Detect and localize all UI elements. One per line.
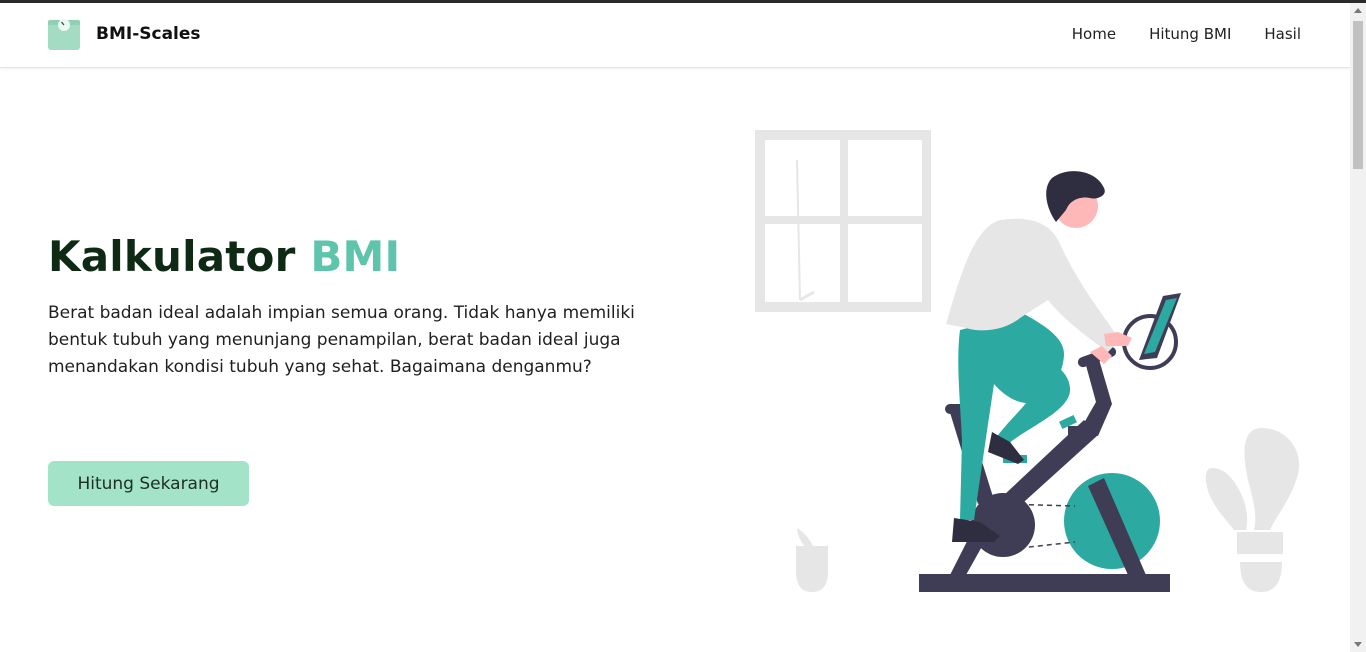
nav-menu: Home Hitung BMI Hasil	[1072, 25, 1301, 43]
brand-name: BMI-Scales	[96, 24, 201, 44]
scroll-up-icon[interactable]	[1354, 8, 1362, 13]
hero-title: Kalkulator BMI	[48, 232, 400, 281]
scroll-down-icon[interactable]	[1354, 642, 1362, 647]
small-plant-graphic	[796, 528, 828, 592]
navbar: BMI-Scales Home Hitung BMI Hasil	[0, 3, 1350, 68]
nav-link-hasil[interactable]: Hasil	[1264, 25, 1301, 43]
nav-link-home[interactable]: Home	[1072, 25, 1116, 43]
hitung-sekarang-button[interactable]: Hitung Sekarang	[48, 461, 249, 506]
window-graphic	[755, 130, 931, 312]
brand-link[interactable]: BMI-Scales	[48, 18, 201, 50]
nav-link-hitung-bmi[interactable]: Hitung BMI	[1149, 25, 1231, 43]
hero-title-accent: BMI	[310, 232, 401, 281]
scale-icon	[48, 19, 80, 50]
big-plant-graphic	[1205, 428, 1300, 592]
page-scrollbar[interactable]	[1350, 3, 1366, 652]
hero-title-main: Kalkulator	[48, 232, 296, 281]
scrollbar-thumb[interactable]	[1353, 21, 1363, 169]
exercise-bike-illustration	[755, 130, 1300, 592]
hero-description: Berat badan ideal adalah impian semua or…	[48, 303, 635, 377]
